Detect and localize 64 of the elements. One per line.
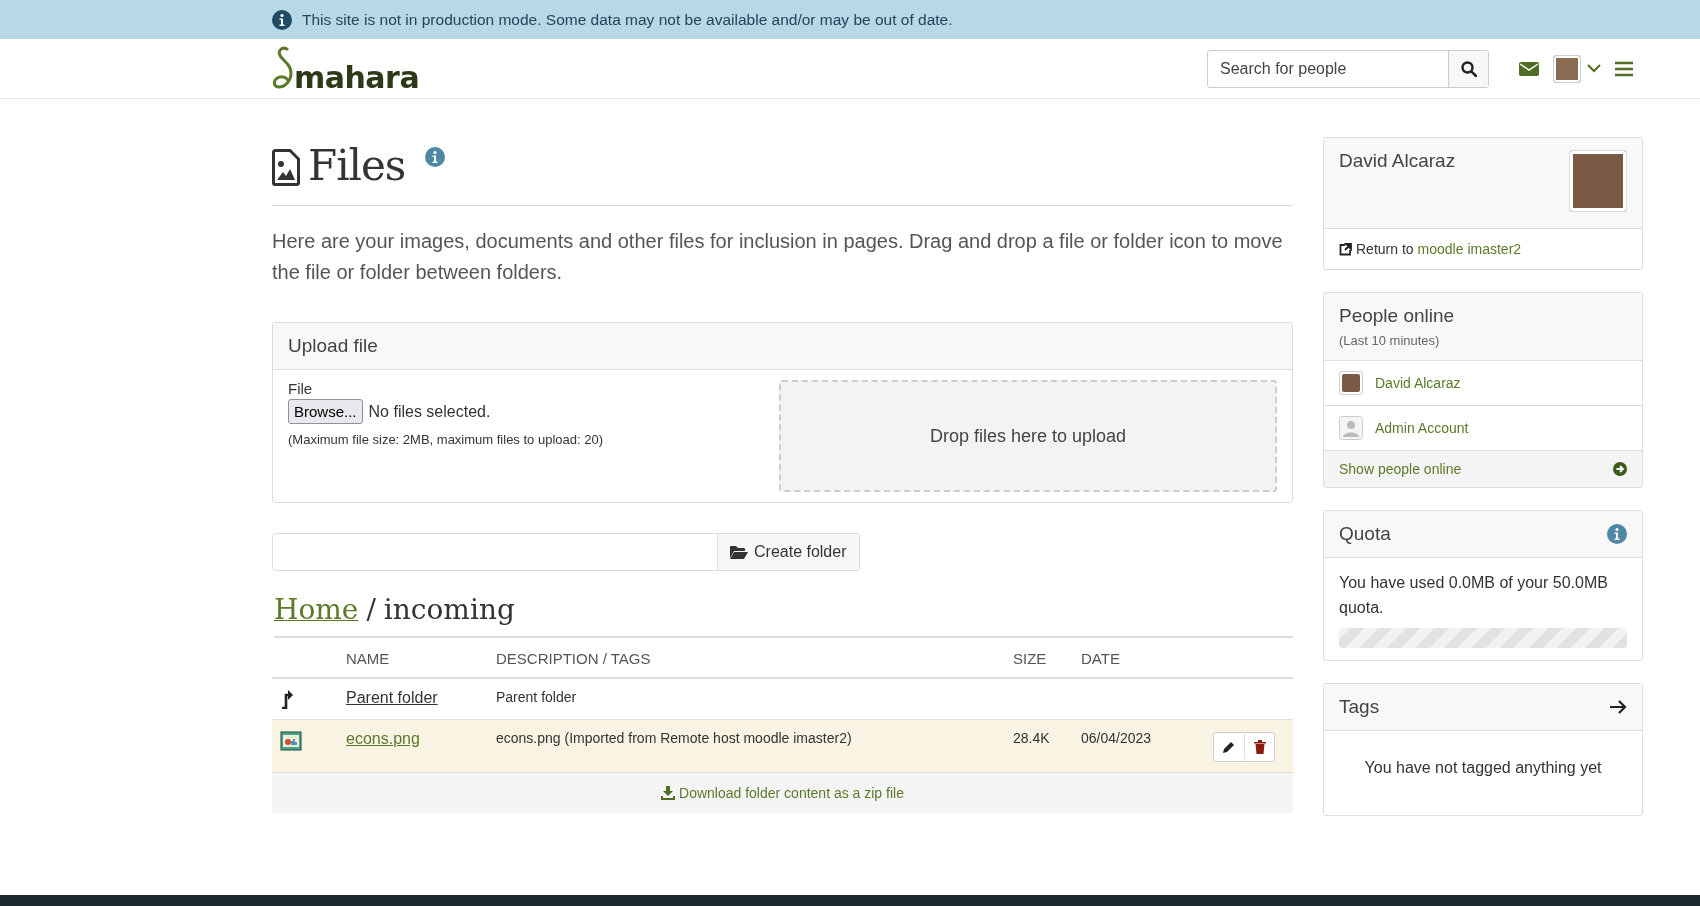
logo-text: mahara (294, 62, 420, 93)
create-folder-button[interactable]: Create folder (718, 533, 860, 571)
arrow-right-icon[interactable] (1609, 699, 1627, 715)
file-name-link[interactable]: Parent folder (346, 689, 438, 707)
browse-button[interactable]: Browse... (288, 399, 363, 424)
column-header: DESCRIPTION / TAGS (496, 650, 651, 667)
trash-icon (1253, 740, 1266, 754)
arrow-circle-right-icon[interactable] (1613, 462, 1627, 476)
return-link[interactable]: moodle imaster2 (1417, 241, 1522, 257)
return-text: Return to (1356, 241, 1414, 257)
profile-name: David Alcaraz (1339, 150, 1456, 173)
column-header: DATE (1081, 650, 1120, 667)
download-zip-link[interactable]: Download folder content as a zip file (661, 785, 904, 801)
breadcrumb-separator: / (366, 593, 376, 626)
person-link[interactable]: David Alcaraz (1375, 375, 1461, 391)
search-button[interactable] (1448, 50, 1488, 87)
banner-message: This site is not in production mode. Some data may not be available and/or may be out of date. (302, 10, 953, 29)
date-text: 06/04/2023 (1081, 730, 1152, 746)
drop-zone[interactable]: Drop files here to upload (779, 380, 1277, 492)
up-arrow-icon (280, 689, 294, 709)
intro-text: Here are your images, documents and other files for inclusion in pages. Drag and drop a file or folder icon to move the file or folder between folders. (272, 229, 1284, 285)
file-image-icon (272, 149, 300, 186)
info-icon[interactable] (425, 147, 446, 167)
breadcrumb-current: incoming (383, 593, 515, 626)
size-text: 28.4K (1013, 730, 1050, 746)
avatar-photo-placeholder (1553, 54, 1581, 83)
user-menu-button[interactable] (1553, 54, 1601, 83)
profile-photo-placeholder (1569, 150, 1627, 212)
search-field[interactable]: Search for people (1207, 49, 1489, 88)
file-status-text: No files selected. (368, 402, 491, 421)
panel-title: People online (1339, 305, 1456, 327)
envelope-icon[interactable] (1519, 60, 1539, 77)
panel-title: Upload file (288, 335, 378, 357)
chevron-down-icon (1587, 64, 1601, 73)
page-title: Files (308, 140, 406, 192)
file-name-link[interactable]: econs.png (346, 730, 420, 748)
breadcrumb-link[interactable]: Home (274, 593, 359, 626)
avatar-photo-placeholder (1339, 371, 1363, 395)
upload-hint: (Maximum file size: 2MB, maximum files to upload: 20) (288, 432, 604, 447)
default-avatar-icon (1339, 416, 1363, 440)
column-header: NAME (346, 650, 390, 667)
description-text: econs.png (Imported from Remote host moodle imaster2) (496, 730, 852, 746)
folder-open-icon (730, 545, 748, 559)
folder-name-field[interactable] (272, 533, 718, 571)
info-icon[interactable] (1607, 524, 1627, 544)
person-link[interactable]: Admin Account (1375, 420, 1469, 436)
description-text: Parent folder (496, 689, 577, 705)
column-header: SIZE (1013, 650, 1047, 667)
field-label: File (288, 380, 314, 397)
search-icon (1460, 60, 1477, 77)
image-thumbnail-icon (280, 730, 302, 752)
external-link-icon (1339, 242, 1352, 256)
panel-title: Quota (1339, 523, 1391, 545)
info-icon[interactable] (272, 9, 292, 30)
empty-tags-text: You have not tagged anything yet (1364, 759, 1602, 776)
menu-icon[interactable] (1615, 60, 1633, 77)
quota-text: You have used 0.0MB of your 50.0MB quota. (1339, 573, 1609, 618)
panel-subtitle: (Last 10 minutes) (1339, 333, 1441, 348)
pencil-icon (1222, 740, 1236, 754)
delete-button[interactable] (1244, 733, 1274, 761)
download-icon (661, 786, 676, 800)
show-people-online-link[interactable]: Show people online (1339, 461, 1462, 477)
panel-title: Tags (1339, 696, 1380, 718)
mahara-logo[interactable]: mahara (272, 44, 420, 93)
